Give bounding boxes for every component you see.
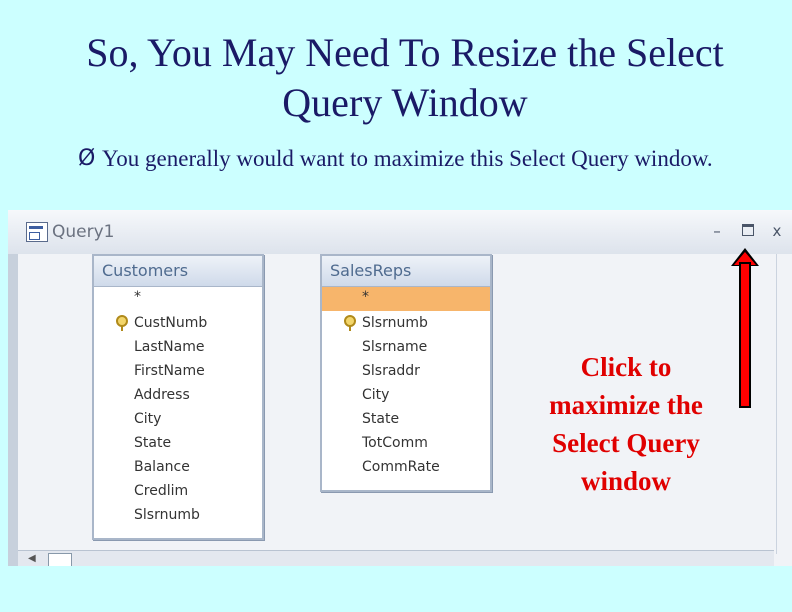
maximize-button[interactable] — [739, 222, 757, 240]
callout-line-3: Select Query — [552, 428, 700, 458]
field-address[interactable]: Address — [94, 383, 262, 407]
field-credlim[interactable]: Credlim — [94, 479, 262, 503]
field-slsrnumb[interactable]: Slsrnumb — [322, 311, 490, 335]
field-slsraddr[interactable]: Slsraddr — [322, 359, 490, 383]
window-left-border — [8, 210, 18, 566]
query-icon — [26, 222, 48, 242]
field-commrate[interactable]: CommRate — [322, 455, 490, 479]
maximize-callout: Click to maximize the Select Query windo… — [520, 348, 732, 500]
table-salesreps[interactable]: SalesReps * Slsrnumb Slsrname Slsraddr C… — [320, 254, 492, 492]
field-all[interactable]: * — [322, 287, 490, 311]
field-city[interactable]: City — [322, 383, 490, 407]
bullet-arrow-icon: Ø — [78, 146, 96, 171]
field-label: CustNumb — [134, 315, 208, 331]
bullet-point: Ø You generally would want to maximize t… — [78, 143, 768, 175]
field-state[interactable]: State — [94, 431, 262, 455]
callout-line-4: window — [580, 466, 672, 496]
bullet-text: You generally would want to maximize thi… — [102, 146, 713, 171]
field-state[interactable]: State — [322, 407, 490, 431]
scroll-left-arrow-icon[interactable]: ◀ — [28, 553, 40, 565]
slide-title-line-1: So, You May Need To Resize the Select — [86, 30, 724, 75]
field-slsrnumb[interactable]: Slsrnumb — [94, 503, 262, 527]
scroll-thumb[interactable] — [48, 553, 72, 566]
field-balance[interactable]: Balance — [94, 455, 262, 479]
query-window-titlebar: Query1 – x — [8, 210, 792, 254]
red-arrow-up-icon — [739, 262, 751, 408]
callout-line-2: maximize the — [549, 390, 703, 420]
field-city[interactable]: City — [94, 407, 262, 431]
slide-title: So, You May Need To Resize the Select Qu… — [20, 28, 790, 128]
field-slsrname[interactable]: Slsrname — [322, 335, 490, 359]
close-button[interactable]: x — [768, 222, 786, 240]
field-firstname[interactable]: FirstName — [94, 359, 262, 383]
primary-key-icon — [344, 315, 356, 331]
field-label: Slsrnumb — [362, 315, 428, 331]
window-right-edge — [776, 254, 792, 554]
primary-key-icon — [116, 315, 128, 331]
horizontal-scrollbar[interactable]: ◀ — [18, 550, 774, 566]
field-all[interactable]: * — [94, 287, 262, 311]
table-customers-header[interactable]: Customers — [94, 256, 262, 287]
field-custnumb[interactable]: CustNumb — [94, 311, 262, 335]
minimize-button[interactable]: – — [708, 222, 726, 240]
field-totcomm[interactable]: TotComm — [322, 431, 490, 455]
table-customers[interactable]: Customers * CustNumb LastName FirstName … — [92, 254, 264, 540]
field-lastname[interactable]: LastName — [94, 335, 262, 359]
table-salesreps-header[interactable]: SalesReps — [322, 256, 490, 287]
callout-line-1: Click to — [580, 352, 672, 382]
query-window-title: Query1 — [52, 222, 115, 242]
slide-title-line-2: Query Window — [282, 80, 528, 125]
maximize-icon — [742, 224, 754, 236]
